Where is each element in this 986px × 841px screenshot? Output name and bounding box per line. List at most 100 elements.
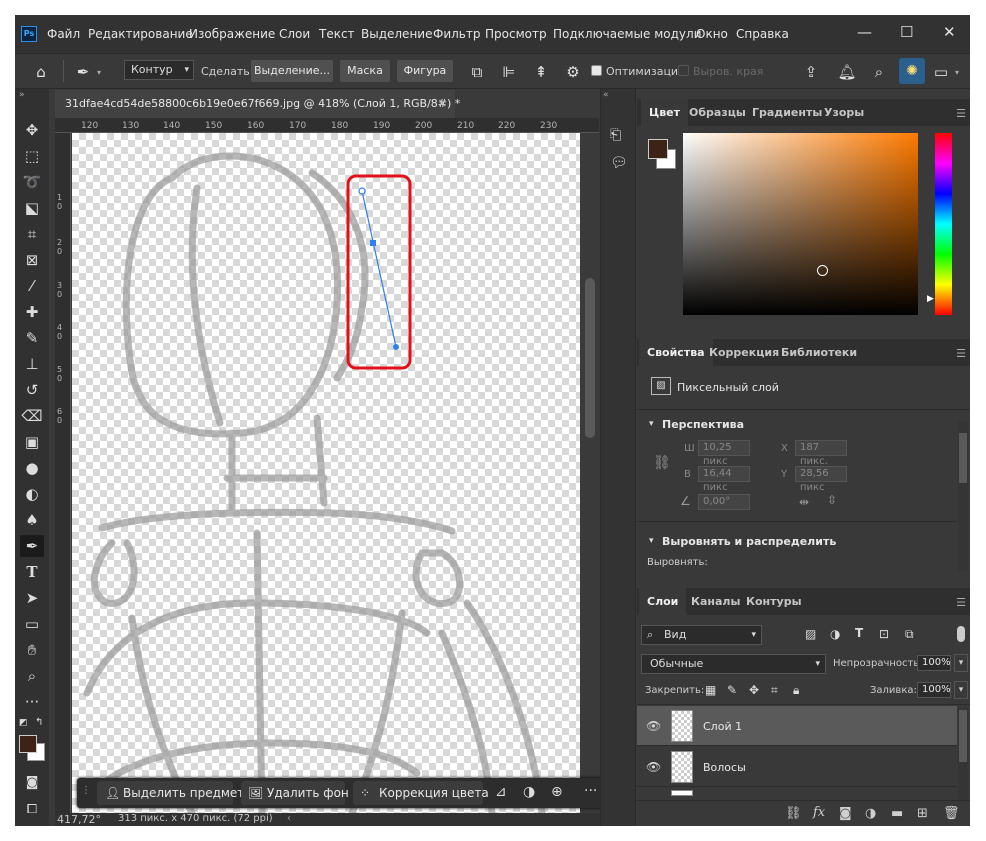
- tab-paths[interactable]: Контуры: [738, 588, 810, 615]
- layer-filter-select[interactable]: ⌕ Вид ▾: [641, 625, 762, 645]
- menu-edit[interactable]: Редактирование: [88, 27, 193, 41]
- trash-icon[interactable]: 🗑︎: [943, 806, 960, 821]
- panel-menu-icon[interactable]: ☰: [956, 596, 966, 609]
- opacity-field[interactable]: 100%: [917, 655, 951, 671]
- transform-icon[interactable]: ⊿: [495, 784, 507, 800]
- healing-brush-tool-icon[interactable]: ✚: [20, 301, 44, 323]
- lock-pixels-icon[interactable]: ✎: [727, 683, 737, 697]
- menu-select[interactable]: Выделение: [361, 27, 432, 41]
- scrollbar-thumb[interactable]: [585, 278, 595, 438]
- lasso-tool-icon[interactable]: ➰: [20, 171, 44, 193]
- maximize-icon[interactable]: ☐: [900, 23, 913, 41]
- blend-mode-select[interactable]: Обычные ▾: [641, 654, 826, 674]
- layer-name[interactable]: Слой 1: [703, 720, 742, 733]
- workspace-icon[interactable]: ▭: [931, 62, 951, 82]
- make-mask-button[interactable]: Маска: [340, 60, 390, 82]
- chevron-down-icon[interactable]: ▾: [955, 68, 959, 77]
- move-tool-icon[interactable]: ✥: [20, 119, 44, 141]
- adjustment-layer-icon[interactable]: ◑: [865, 806, 876, 821]
- layers-scrollbar[interactable]: [958, 708, 968, 800]
- menu-image[interactable]: Изображение: [189, 27, 275, 41]
- blur-tool-icon[interactable]: ●: [20, 457, 44, 479]
- brush-tool-icon[interactable]: ✎: [20, 327, 44, 349]
- smudge-tool-icon[interactable]: ♠: [20, 509, 44, 531]
- crop-tool-icon[interactable]: ⌗: [20, 223, 44, 245]
- minimize-icon[interactable]: —: [857, 23, 872, 41]
- stamp-tool-icon[interactable]: ⊥: [20, 353, 44, 375]
- share-icon[interactable]: ⇪: [801, 62, 821, 82]
- x-field[interactable]: 187 пикс.: [795, 440, 847, 467]
- filter-adjustment-icon[interactable]: ◑: [830, 627, 840, 641]
- filter-shape-icon[interactable]: ⊡: [879, 627, 889, 641]
- align-edges-checkbox[interactable]: [678, 65, 689, 76]
- quick-mask-icon[interactable]: ◙: [20, 772, 44, 794]
- marquee-tool-icon[interactable]: ⬚: [20, 145, 44, 167]
- lock-artboard-icon[interactable]: ⌗: [771, 683, 778, 698]
- color-correction-button[interactable]: ⁘ Коррекция цвета: [353, 781, 489, 805]
- drag-handle-icon[interactable]: ⋮: [81, 785, 91, 796]
- y-field[interactable]: 28,56 пикс: [795, 466, 847, 493]
- more-tools-icon[interactable]: ···: [20, 691, 44, 713]
- make-selection-button[interactable]: Выделение...: [251, 60, 333, 82]
- menu-window[interactable]: Окно: [696, 27, 728, 41]
- fill-slider-toggle-icon[interactable]: ▾: [954, 681, 968, 699]
- tab-patterns[interactable]: Узоры: [816, 99, 872, 126]
- history-panel-icon[interactable]: ⎗: [610, 127, 621, 143]
- remove-background-button[interactable]: 🖼︎ Удалить фон: [241, 781, 349, 805]
- frame-tool-icon[interactable]: ⊠: [20, 249, 44, 271]
- flip-horizontal-icon[interactable]: ⇹: [799, 495, 809, 509]
- angle-field[interactable]: 0,00°: [698, 494, 750, 510]
- lock-position-icon[interactable]: ✥: [749, 683, 759, 697]
- tab-layers[interactable]: Слои: [639, 588, 687, 615]
- more-options-icon[interactable]: ···: [584, 783, 597, 799]
- collapse-icon[interactable]: »: [19, 90, 25, 100]
- close-icon[interactable]: ✕: [943, 23, 956, 41]
- hue-slider-handle-icon[interactable]: ▶: [927, 294, 934, 304]
- add-mask-icon[interactable]: ◙: [839, 806, 852, 821]
- menu-layers[interactable]: Слои: [279, 27, 310, 41]
- folder-icon[interactable]: ▬: [891, 806, 903, 821]
- filter-toggle[interactable]: [957, 626, 965, 642]
- pen-tool-preset-icon[interactable]: ✒: [73, 62, 93, 82]
- gear-icon[interactable]: ⚙: [563, 62, 583, 82]
- expand-status-icon[interactable]: ‹: [287, 813, 291, 824]
- eye-icon[interactable]: 👁︎: [646, 719, 661, 733]
- layer-row[interactable]: 👁︎ Слой 1: [637, 706, 957, 746]
- width-field[interactable]: 10,25 пикс: [698, 440, 750, 467]
- canvas-scrollbar[interactable]: [581, 133, 599, 813]
- path-alignment-icon[interactable]: ⊫: [499, 62, 519, 82]
- eraser-tool-icon[interactable]: ⌫: [20, 405, 44, 427]
- tab-swatches[interactable]: Образцы: [681, 99, 754, 126]
- panel-menu-icon[interactable]: ☰: [956, 347, 966, 360]
- adjustment-icon[interactable]: ◑: [523, 784, 535, 800]
- home-icon[interactable]: ⌂: [31, 62, 51, 82]
- link-icon[interactable]: ⛓: [653, 455, 671, 471]
- color-picker-cursor[interactable]: [817, 265, 828, 276]
- optimize-checkbox[interactable]: [591, 65, 602, 76]
- pen-mode-select[interactable]: Контур ▾: [124, 60, 194, 80]
- add-mask-icon[interactable]: ⊕: [551, 784, 563, 800]
- eye-icon[interactable]: 👁︎: [646, 760, 661, 774]
- zoom-tool-icon[interactable]: ⌕: [20, 665, 44, 687]
- filter-smart-object-icon[interactable]: ⧉: [905, 627, 914, 642]
- close-tab-icon[interactable]: ✕: [438, 90, 447, 118]
- default-colors-icon[interactable]: ◩: [19, 718, 28, 728]
- scrollbar-thumb[interactable]: [959, 433, 967, 483]
- document-canvas[interactable]: [72, 133, 580, 813]
- opacity-slider-toggle-icon[interactable]: ▾: [954, 654, 968, 672]
- menu-help[interactable]: Справка: [736, 27, 789, 41]
- eyedropper-tool-icon[interactable]: ⁄: [20, 275, 44, 297]
- new-layer-icon[interactable]: ⊞: [917, 806, 928, 821]
- make-shape-button[interactable]: Фигура: [397, 60, 453, 82]
- properties-scrollbar[interactable]: [958, 421, 968, 571]
- lock-all-icon[interactable]: 🔒︎: [793, 683, 799, 698]
- flip-vertical-icon[interactable]: ⇳: [827, 493, 837, 507]
- path-selection-tool-icon[interactable]: ➤: [20, 587, 44, 609]
- filter-pixel-icon[interactable]: ▨: [805, 627, 816, 641]
- pen-tool-icon[interactable]: ✒: [20, 535, 44, 557]
- search-icon[interactable]: ⌕: [869, 62, 889, 82]
- document-tab[interactable]: 31dfae4cd54de58800c6b19e0e67f669.jpg @ 4…: [55, 90, 460, 118]
- menu-filter[interactable]: Фильтр: [433, 27, 480, 41]
- lock-transparent-icon[interactable]: ▦: [705, 683, 716, 697]
- tab-libraries[interactable]: Библиотеки: [773, 339, 865, 366]
